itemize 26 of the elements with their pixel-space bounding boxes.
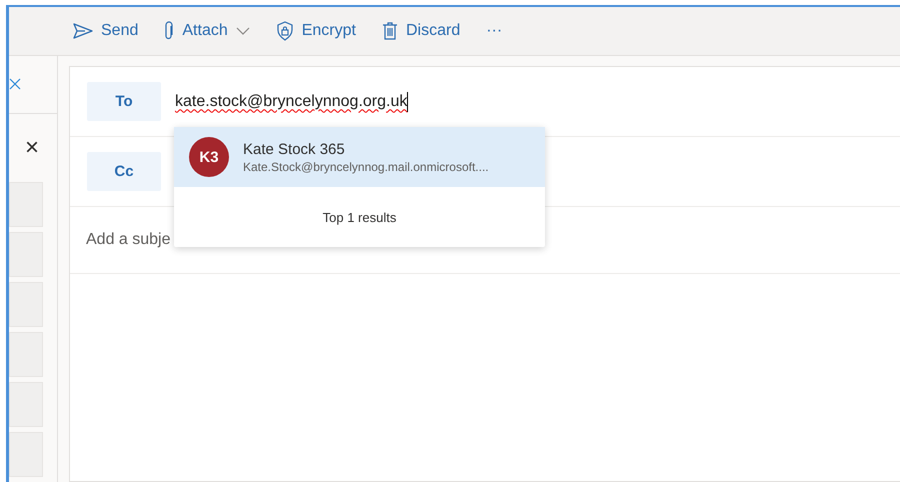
- more-button[interactable]: ···: [480, 18, 508, 44]
- placeholder-tile: [9, 182, 43, 228]
- to-field[interactable]: kate.stock@bryncelynnog.org.uk: [175, 90, 408, 114]
- placeholder-tile: [9, 382, 43, 427]
- close-icon[interactable]: [9, 78, 21, 90]
- placeholder-tile: [9, 432, 43, 477]
- chevron-down-icon: [236, 26, 250, 36]
- placeholder-tile: [9, 232, 43, 278]
- shield-lock-icon: [276, 21, 294, 41]
- send-icon: [73, 23, 93, 39]
- placeholder-tile: [9, 332, 43, 377]
- close-button[interactable]: ×: [23, 134, 42, 162]
- send-button[interactable]: Send: [67, 18, 144, 44]
- cc-button[interactable]: Cc: [87, 152, 161, 191]
- placeholder-tile: [9, 282, 43, 328]
- encrypt-button[interactable]: Encrypt: [270, 17, 362, 45]
- suggestion-item[interactable]: K3 Kate Stock 365 Kate.Stock@bryncelynnog.mail.onmicrosoft....: [174, 127, 545, 187]
- paperclip-icon: [164, 21, 174, 41]
- attach-button[interactable]: Attach: [158, 17, 256, 45]
- avatar: K3: [189, 137, 229, 177]
- trash-icon: [382, 21, 398, 41]
- discard-button[interactable]: Discard: [376, 17, 466, 45]
- results-count: Top 1 results: [322, 208, 398, 227]
- to-button[interactable]: To: [87, 82, 161, 121]
- contact-email: Kate.Stock@bryncelynnog.mail.onmicrosoft....: [243, 160, 489, 174]
- contact-name: Kate Stock 365: [243, 140, 346, 158]
